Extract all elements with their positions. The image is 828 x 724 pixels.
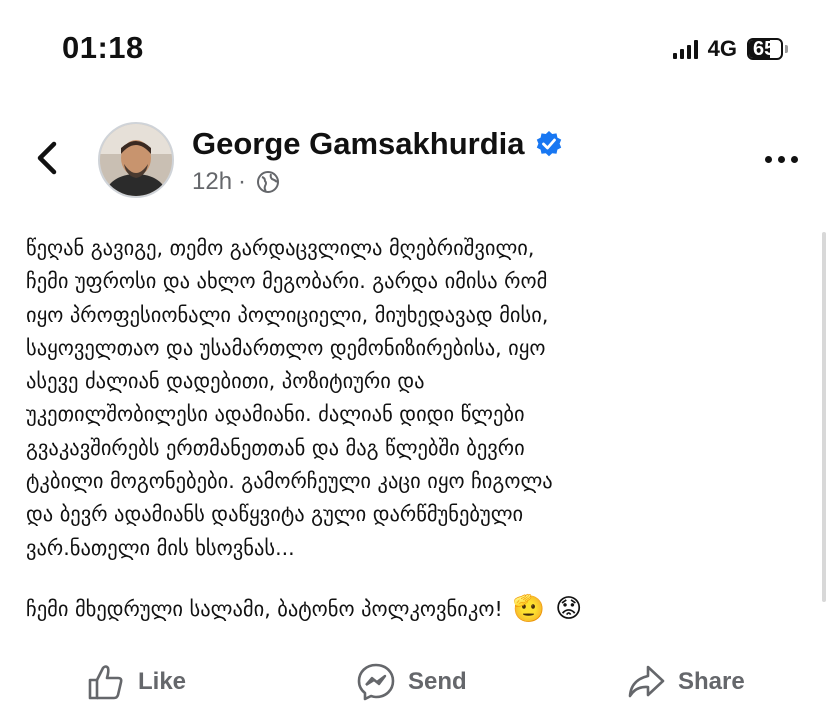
battery-percent: 65 (753, 38, 776, 60)
like-label: Like (138, 668, 187, 695)
status-indicators: 4G 65 (672, 36, 788, 62)
messenger-icon (357, 663, 395, 701)
post-actions: Like Send Share (0, 662, 828, 712)
saluting-face-emoji: 🫡 (512, 594, 546, 624)
more-options-icon[interactable] (765, 156, 798, 163)
send-label: Send (408, 668, 467, 695)
signal-icon (672, 39, 698, 59)
thumbs-up-icon (88, 665, 123, 700)
post-closing-line: ჩემი მხედრული სალამი, ბატონო პოლკოვნიკო!… (26, 594, 582, 624)
post-meta: 12h · (192, 168, 280, 196)
status-time: 01:18 (62, 30, 144, 65)
post-timestamp[interactable]: 12h (192, 168, 232, 196)
avatar-image (100, 124, 172, 196)
share-button[interactable]: Share (626, 662, 745, 702)
share-label: Share (678, 668, 745, 695)
battery-icon: 65 (747, 38, 788, 60)
meta-separator: · (238, 168, 247, 195)
author-name[interactable]: George Gamsakhurdia (192, 126, 525, 162)
send-button[interactable]: Send (356, 662, 467, 702)
avatar[interactable] (98, 122, 174, 198)
scrollbar[interactable] (822, 232, 826, 602)
verified-badge-icon (536, 131, 561, 157)
like-button[interactable]: Like (86, 662, 186, 702)
globe-icon (257, 171, 280, 193)
share-arrow-icon (628, 665, 665, 698)
author-row: George Gamsakhurdia (192, 126, 563, 162)
post-closing-text: ჩემი მხედრული სალამი, ბატონო პოლკოვნიკო! (26, 597, 503, 621)
post-text: წეღან გავიგე, თემო გარდაცვლილა მღებრიშვი… (26, 236, 553, 560)
network-type: 4G (707, 36, 737, 61)
worried-face-emoji: 😟 (555, 594, 583, 624)
back-arrow-icon[interactable] (32, 138, 62, 178)
